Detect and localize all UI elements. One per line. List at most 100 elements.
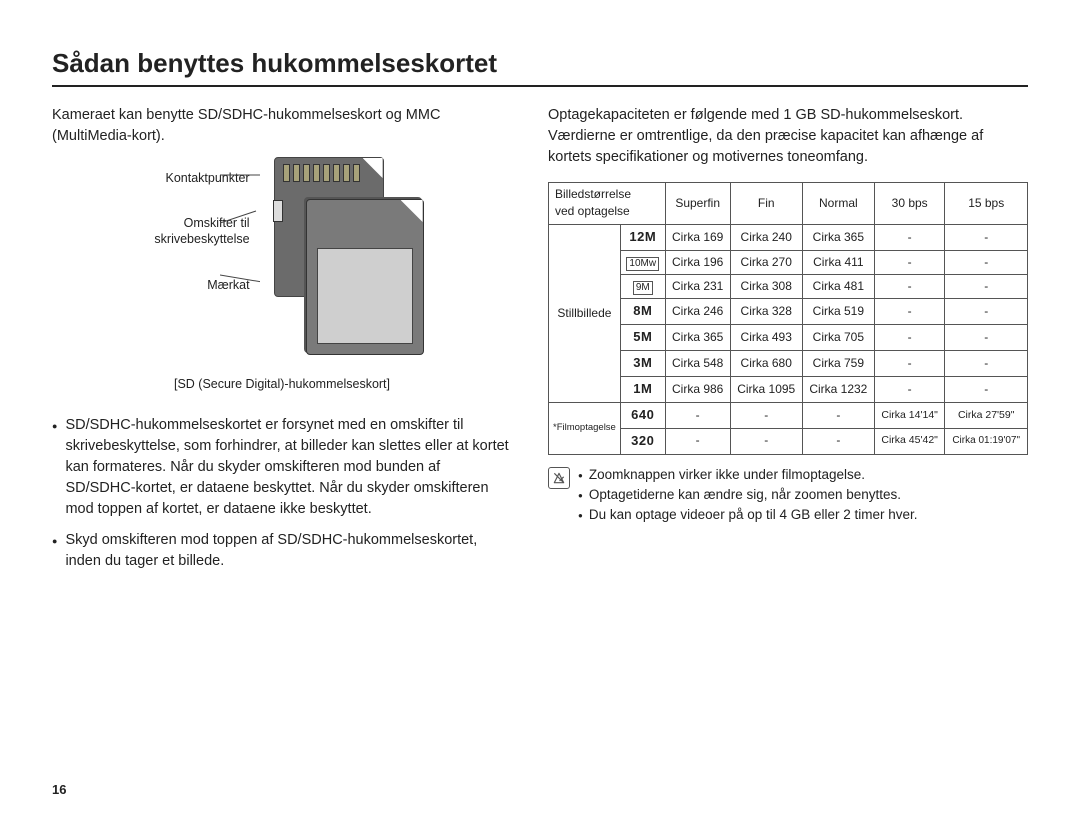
sd-card-illustration	[260, 157, 410, 367]
right-column: Optagekapaciteten er følgende med 1 GB S…	[548, 105, 1028, 582]
right-intro: Optagekapaciteten er følgende med 1 GB S…	[548, 105, 1028, 168]
cell: -	[665, 402, 730, 428]
note-icon	[548, 467, 570, 489]
cell: Cirka 328	[730, 299, 802, 325]
cell: -	[802, 402, 874, 428]
bullet-text: Skyd omskifteren mod toppen af SD/SDHC-h…	[65, 530, 512, 572]
cell: Cirka 01:19'07"	[945, 428, 1028, 454]
cell: -	[945, 299, 1028, 325]
note-block: Zoomknappen virker ikke under filmoptage…	[548, 465, 1028, 526]
group-movie: *Filmoptagelse	[549, 402, 621, 454]
cell: -	[874, 224, 945, 250]
cell: -	[945, 325, 1028, 351]
table-row: 10Mw Cirka 196 Cirka 270 Cirka 411 - -	[549, 250, 1028, 274]
cell: Cirka 519	[802, 299, 874, 325]
note-text: Optagetiderne kan ændre sig, når zoomen …	[589, 485, 901, 505]
list-item: Skyd omskifteren mod toppen af SD/SDHC-h…	[52, 530, 512, 572]
size-cell: 12M	[620, 224, 665, 250]
table-row: 3M Cirka 548 Cirka 680 Cirka 759 - -	[549, 351, 1028, 377]
left-bullet-list: SD/SDHC-hukommelseskortet er forsynet me…	[52, 415, 512, 572]
cell: -	[665, 428, 730, 454]
page-title: Sådan benyttes hukommelseskortet	[52, 48, 1028, 87]
cell: -	[945, 224, 1028, 250]
cell: Cirka 986	[665, 376, 730, 402]
size-cell: 640	[620, 402, 665, 428]
cell: Cirka 759	[802, 351, 874, 377]
cell: -	[874, 376, 945, 402]
table-row: 9M Cirka 231 Cirka 308 Cirka 481 - -	[549, 275, 1028, 299]
cell: Cirka 1232	[802, 376, 874, 402]
list-item: Zoomknappen virker ikke under filmoptage…	[578, 465, 918, 485]
list-item: Du kan optage videoer på op til 4 GB ell…	[578, 505, 918, 525]
cell: Cirka 481	[802, 275, 874, 299]
size-cell: 3M	[620, 351, 665, 377]
cell: Cirka 196	[665, 250, 730, 274]
table-header-row: Billedstørrelse ved optagelse Superfin F…	[549, 183, 1028, 225]
cell: Cirka 231	[665, 275, 730, 299]
cell: -	[874, 325, 945, 351]
leader-lines	[220, 157, 260, 357]
cell: -	[945, 275, 1028, 299]
cell: Cirka 411	[802, 250, 874, 274]
size-cell: 9M	[620, 275, 665, 299]
page-number: 16	[52, 782, 66, 797]
header-corner-l1: Billedstørrelse	[555, 187, 631, 201]
cell: -	[802, 428, 874, 454]
cell: Cirka 169	[665, 224, 730, 250]
cell: Cirka 1095	[730, 376, 802, 402]
cell: Cirka 548	[665, 351, 730, 377]
cell: -	[874, 250, 945, 274]
left-intro: Kameraet kan benytte SD/SDHC-hukommelses…	[52, 105, 512, 147]
col-header: 15 bps	[945, 183, 1028, 225]
cell: Cirka 308	[730, 275, 802, 299]
cell: -	[874, 351, 945, 377]
list-item: SD/SDHC-hukommelseskortet er forsynet me…	[52, 415, 512, 520]
sd-card-diagram: Kontaktpunkter Omskifter til skrivebesky…	[52, 157, 512, 367]
cell: Cirka 365	[802, 224, 874, 250]
header-corner: Billedstørrelse ved optagelse	[549, 183, 666, 225]
size-cell: 8M	[620, 299, 665, 325]
group-still: Stillbillede	[549, 224, 621, 402]
cell: Cirka 705	[802, 325, 874, 351]
cell: -	[730, 402, 802, 428]
col-header: 30 bps	[874, 183, 945, 225]
col-header: Superfin	[665, 183, 730, 225]
cell: -	[874, 299, 945, 325]
header-corner-l2: ved optagelse	[555, 204, 630, 218]
size-badge-icon: 10Mw	[626, 257, 659, 271]
table-row: Stillbillede 12M Cirka 169 Cirka 240 Cir…	[549, 224, 1028, 250]
size-cell: 320	[620, 428, 665, 454]
size-cell: 10Mw	[620, 250, 665, 274]
cell: Cirka 14'14"	[874, 402, 945, 428]
write-protect-switch-icon	[273, 200, 283, 222]
cell: Cirka 493	[730, 325, 802, 351]
cell: -	[874, 275, 945, 299]
cell: Cirka 45'42"	[874, 428, 945, 454]
two-column-layout: Kameraet kan benytte SD/SDHC-hukommelses…	[52, 105, 1028, 582]
note-text: Du kan optage videoer på op til 4 GB ell…	[589, 505, 918, 525]
cell: -	[730, 428, 802, 454]
note-text: Zoomknappen virker ikke under filmoptage…	[589, 465, 865, 485]
bullet-text: SD/SDHC-hukommelseskortet er forsynet me…	[65, 415, 512, 520]
left-column: Kameraet kan benytte SD/SDHC-hukommelses…	[52, 105, 512, 582]
cell: -	[945, 250, 1028, 274]
size-cell: 1M	[620, 376, 665, 402]
cell: Cirka 240	[730, 224, 802, 250]
col-header: Fin	[730, 183, 802, 225]
table-row: 5M Cirka 365 Cirka 493 Cirka 705 - -	[549, 325, 1028, 351]
cell: -	[945, 376, 1028, 402]
capacity-table: Billedstørrelse ved optagelse Superfin F…	[548, 182, 1028, 454]
list-item: Optagetiderne kan ændre sig, når zoomen …	[578, 485, 918, 505]
card-contacts-icon	[283, 164, 360, 182]
cell: Cirka 680	[730, 351, 802, 377]
card-front	[306, 199, 424, 355]
cell: Cirka 27'59"	[945, 402, 1028, 428]
table-row: 8M Cirka 246 Cirka 328 Cirka 519 - -	[549, 299, 1028, 325]
diagram-caption: [SD (Secure Digital)-hukommelseskort]	[52, 375, 512, 393]
size-cell: 5M	[620, 325, 665, 351]
note-list: Zoomknappen virker ikke under filmoptage…	[578, 465, 918, 526]
size-badge-icon: 9M	[633, 281, 653, 295]
cell: Cirka 246	[665, 299, 730, 325]
cell: -	[945, 351, 1028, 377]
table-row: 1M Cirka 986 Cirka 1095 Cirka 1232 - -	[549, 376, 1028, 402]
